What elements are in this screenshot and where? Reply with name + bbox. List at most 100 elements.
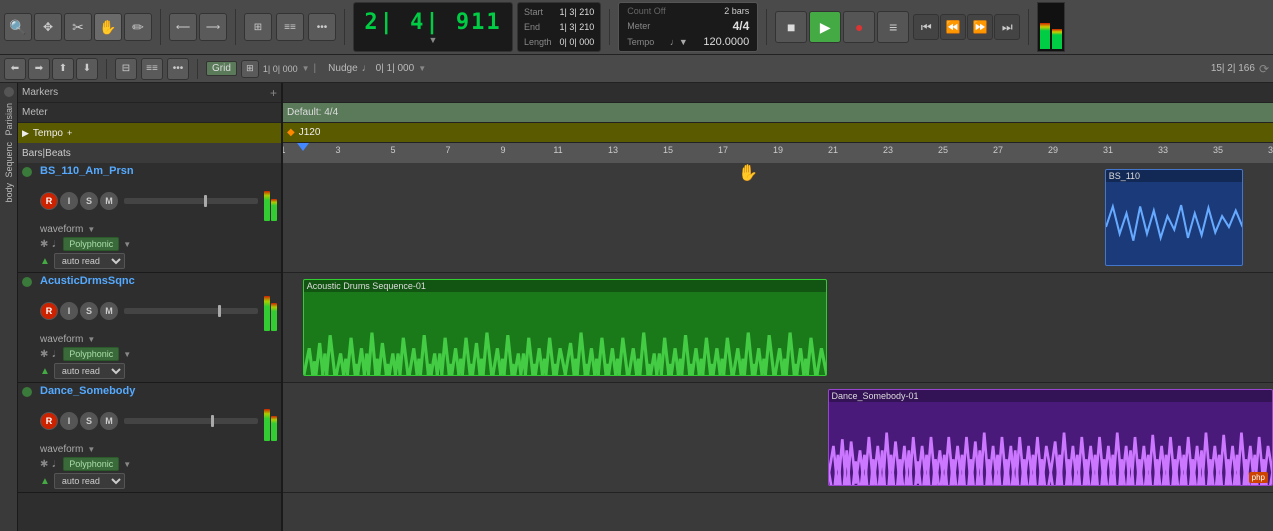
go-to-end-btn[interactable]: ⏭: [994, 14, 1020, 40]
nav-down-btn[interactable]: ⬇: [76, 58, 98, 80]
grid-dropdown[interactable]: ▼: [302, 64, 310, 73]
tempo-add-btn[interactable]: +: [67, 128, 72, 138]
divider4: [609, 9, 610, 45]
track2-left: [18, 273, 36, 382]
loop-button[interactable]: ≡: [877, 11, 909, 43]
more-btn[interactable]: •••: [167, 58, 189, 80]
track1-poly-dropdown[interactable]: ▼: [123, 240, 131, 249]
track1-mute-btn[interactable]: M: [100, 192, 118, 210]
record-button[interactable]: ●: [843, 11, 875, 43]
track2-auto-row: ▲ auto read auto write auto touch off: [36, 362, 281, 380]
nav-up-btn[interactable]: ⬆: [52, 58, 74, 80]
start-val: 1| 3| 210: [560, 7, 595, 17]
tempo-expand-arrow[interactable]: ▶: [22, 128, 29, 139]
mixer-btn[interactable]: ⊞: [244, 13, 272, 41]
track3-poly-btn[interactable]: Polyphonic: [63, 457, 119, 471]
count-off-val: 2 bars: [724, 6, 749, 16]
track3-rec-btn[interactable]: R: [40, 412, 58, 430]
track1-name[interactable]: BS_110_Am_Prsn: [36, 163, 281, 179]
tempo-timeline-bar: ◆ J120: [283, 123, 1273, 143]
track3-collapse[interactable]: [22, 387, 32, 397]
track2-input-btn[interactable]: I: [60, 302, 78, 320]
track1-collapse[interactable]: [22, 167, 32, 177]
track2-mute-btn[interactable]: M: [100, 302, 118, 320]
track3-poly-dropdown[interactable]: ▼: [123, 460, 131, 469]
track3-input-btn[interactable]: I: [60, 412, 78, 430]
track-lane-1[interactable]: BS_110 ✋: [283, 163, 1273, 273]
track1-solo-btn[interactable]: S: [80, 192, 98, 210]
nudge-label: Nudge: [328, 63, 357, 74]
track2-auto-select[interactable]: auto read auto write auto touch off: [54, 363, 125, 379]
track2-collapse[interactable]: [22, 277, 32, 287]
track2-poly-btn[interactable]: Polyphonic: [63, 347, 119, 361]
track3-clip-1[interactable]: Dance_Somebody-01 php: [828, 389, 1273, 486]
grid-value: 1| 0| 000: [263, 64, 298, 74]
arrow-left-btn[interactable]: ⟵: [169, 13, 197, 41]
track1-poly-icon: 𝅘𝅥: [52, 239, 55, 250]
track-lane-3[interactable]: Dance_Somebody-01 php: [283, 383, 1273, 493]
track3-waveform-dropdown[interactable]: ▼: [87, 445, 95, 454]
markers-timeline-bar: [283, 83, 1273, 103]
track3-auto-select[interactable]: auto read auto write auto touch off: [54, 473, 125, 489]
stop-button[interactable]: ■: [775, 11, 807, 43]
length-label: Length: [524, 37, 552, 47]
track1-auto-select[interactable]: auto read auto write auto touch off: [54, 253, 125, 269]
grabber-tool-btn[interactable]: ✋: [94, 13, 122, 41]
track3-mute-btn[interactable]: M: [100, 412, 118, 430]
zoom-tool-btn[interactable]: 🔍: [4, 13, 32, 41]
track2-poly-dropdown[interactable]: ▼: [123, 350, 131, 359]
level-bar-left: [1040, 23, 1050, 49]
arrow-right-btn[interactable]: ⟶: [199, 13, 227, 41]
eq-btn[interactable]: ≡≡: [276, 13, 304, 41]
timeline-ruler: Default: 4/4 ◆ J120 13579111315171921232…: [283, 83, 1273, 163]
transport-controls: ■ ▶ ● ≡: [775, 11, 909, 43]
rewind-btn[interactable]: ⏪: [940, 14, 966, 40]
tempo-icon: ♩▼: [670, 37, 688, 47]
track2-waveform-dropdown[interactable]: ▼: [87, 335, 95, 344]
track3-name[interactable]: Dance_Somebody: [36, 383, 281, 399]
mixer-toggle-btn[interactable]: ⊟: [115, 58, 137, 80]
return-to-zero-btn[interactable]: ⏮: [913, 14, 939, 40]
main-area: Parisian Sequenc body Markers + Meter ▶ …: [0, 83, 1273, 531]
grid-toggle-btn[interactable]: Grid: [206, 61, 237, 76]
trim-tool-btn[interactable]: ✥: [34, 13, 62, 41]
fast-forward-btn[interactable]: ⏩: [967, 14, 993, 40]
track3-auto-row: ▲ auto read auto write auto touch off: [36, 472, 281, 490]
grid-icon-btn[interactable]: ⊞: [241, 60, 259, 78]
track1-waveform-dropdown[interactable]: ▼: [87, 225, 95, 234]
track1-input-btn[interactable]: I: [60, 192, 78, 210]
bar-number-7: 7: [445, 145, 450, 155]
play-button[interactable]: ▶: [809, 11, 841, 43]
meter-tempo-display: Count Off 2 bars Meter 4/4 Tempo ♩▼ 120.…: [618, 2, 758, 52]
eq-toggle-btn[interactable]: ≡≡: [141, 58, 163, 80]
track-lane-2[interactable]: Acoustic Drums Sequence-01: [283, 273, 1273, 383]
track3-vol-meter: [264, 401, 277, 441]
bar-number-21: 21: [828, 145, 838, 155]
nav-back-btn[interactable]: ⬅: [4, 58, 26, 80]
track2-name[interactable]: AcusticDrmsSqnc: [36, 273, 281, 289]
timecode-sub: ▼: [429, 35, 438, 45]
track1-poly-btn[interactable]: Polyphonic: [63, 237, 119, 251]
nav-fwd-btn[interactable]: ➡: [28, 58, 50, 80]
pencil-tool-btn[interactable]: ✏: [124, 13, 152, 41]
add-ruler-btn[interactable]: +: [270, 86, 277, 100]
track2-vol-meter: [264, 291, 277, 331]
track1-waveform-row: waveform ▼: [36, 223, 281, 236]
nav-group: ⬅ ➡ ⬆ ⬇: [4, 58, 98, 80]
start-end-display: Start 1| 3| 210 End 1| 3| 210 Length 0| …: [517, 2, 601, 52]
divider2: [235, 9, 236, 45]
timecode-dropdown[interactable]: ▼: [429, 35, 438, 45]
nudge-dropdown[interactable]: ▼: [418, 64, 426, 73]
track2-clip-1[interactable]: Acoustic Drums Sequence-01: [303, 279, 828, 376]
dots-btn[interactable]: •••: [308, 13, 336, 41]
track2-solo-btn[interactable]: S: [80, 302, 98, 320]
track3-solo-btn[interactable]: S: [80, 412, 98, 430]
track2-rec-btn[interactable]: R: [40, 302, 58, 320]
track1-poly-row: ✱ 𝅘𝅥 Polyphonic ▼: [36, 236, 281, 252]
track1-clip-1[interactable]: BS_110: [1105, 169, 1244, 266]
track1-rec-btn[interactable]: R: [40, 192, 58, 210]
sidebar-collapse-btn[interactable]: [4, 87, 14, 97]
track-header-3: Dance_Somebody R I S M: [18, 383, 281, 493]
selector-tool-btn[interactable]: ✂: [64, 13, 92, 41]
bars-ruler: 135791113151719212325272931333537: [283, 143, 1273, 163]
